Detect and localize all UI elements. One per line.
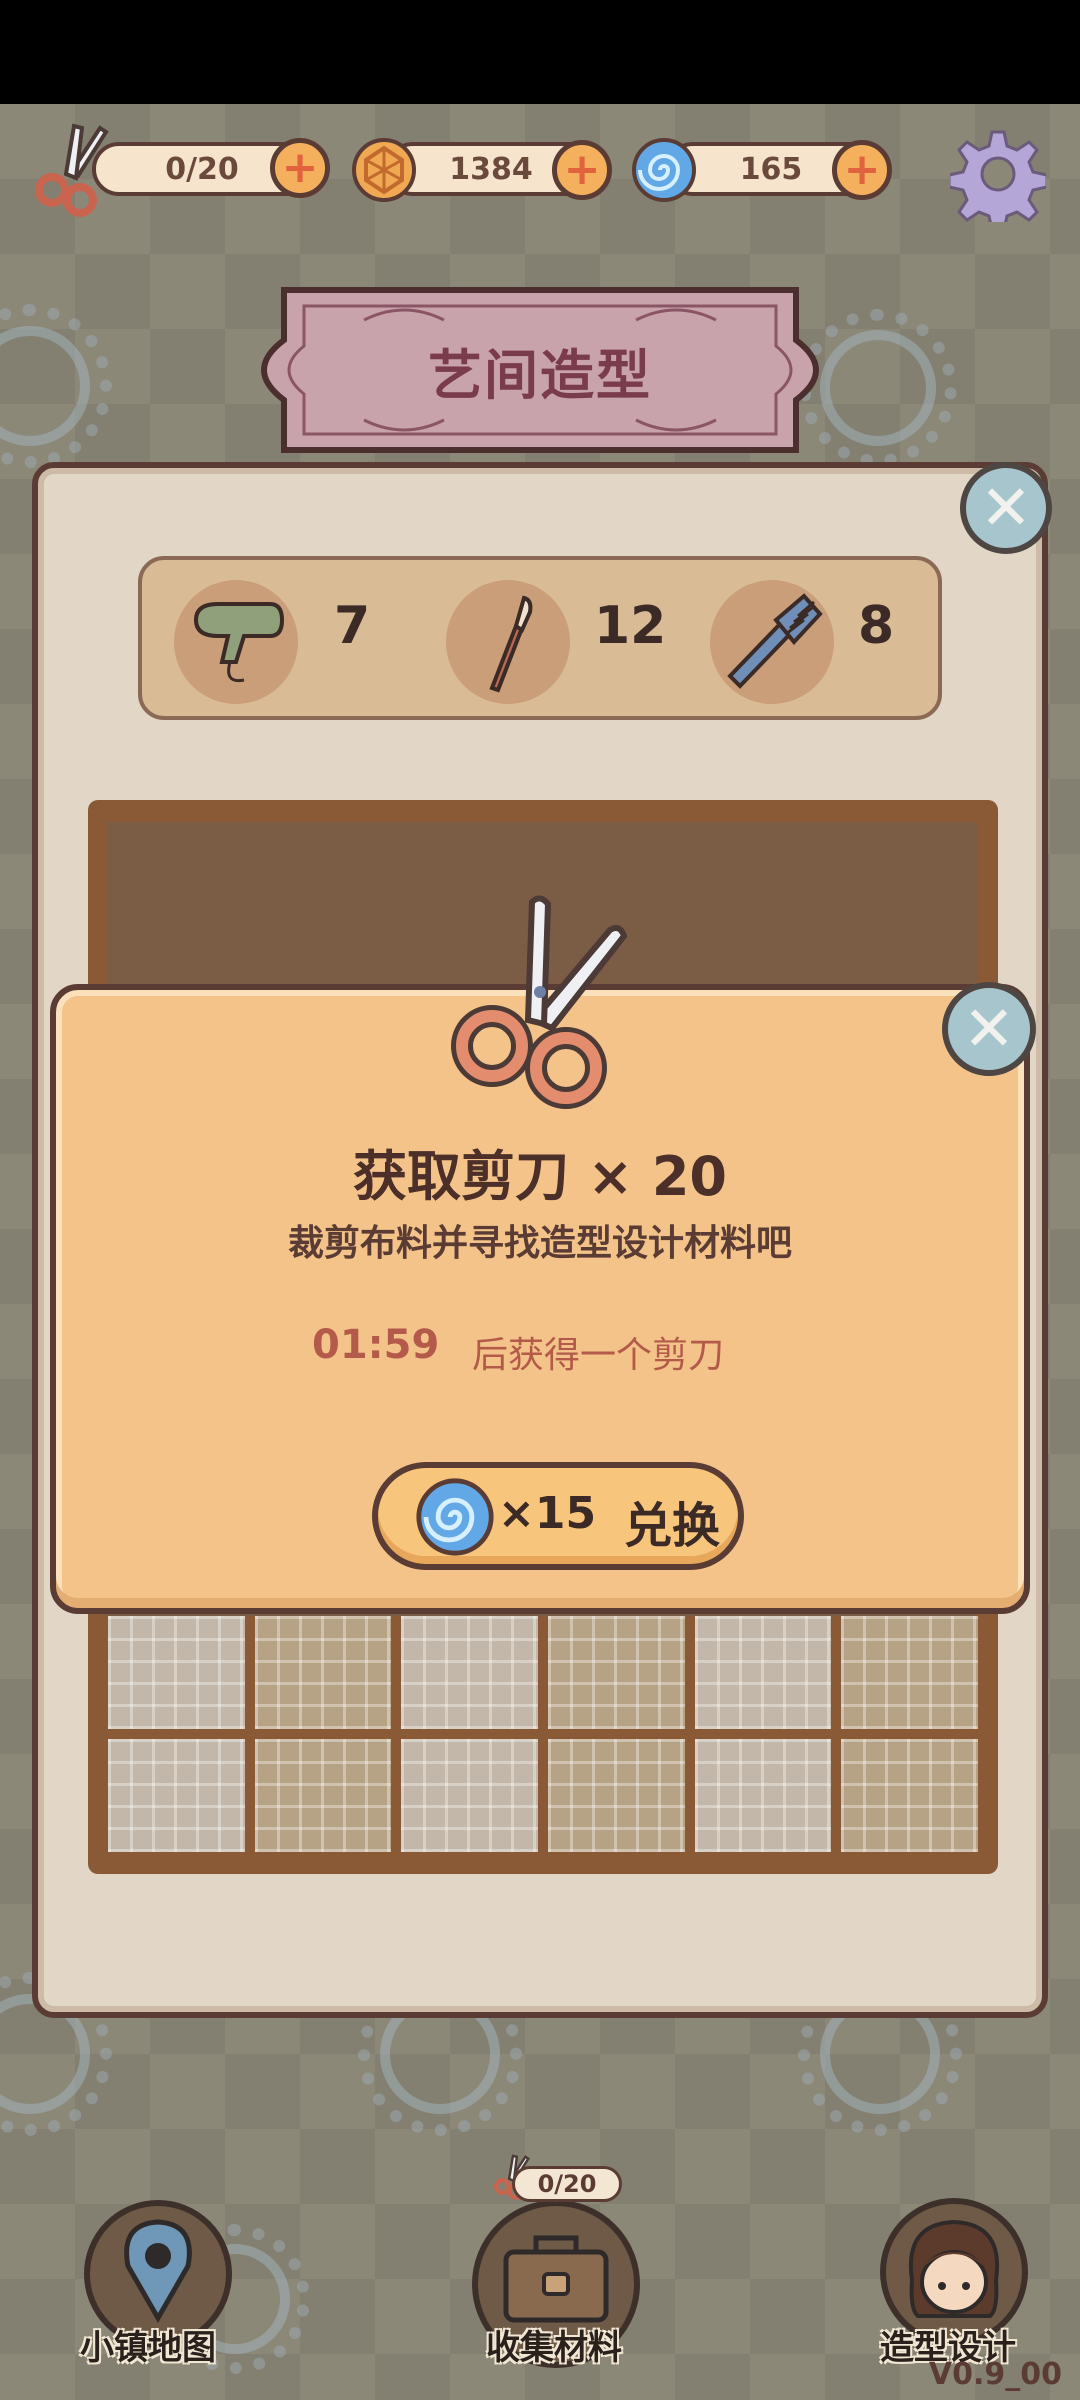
comb-icon (727, 593, 823, 689)
page-title: 艺间造型 (428, 343, 652, 407)
fabric-tile[interactable] (841, 1739, 978, 1852)
close-icon: ✕ (963, 992, 1015, 1065)
fabric-grid (108, 1616, 978, 1852)
fabric-tile[interactable] (401, 1616, 538, 1729)
gem-resource: 165 + (626, 130, 906, 210)
coin-count: 1384 (449, 151, 533, 187)
coin-icon (350, 136, 418, 204)
swirl-gem-icon (630, 136, 698, 204)
add-scissors-button[interactable]: + (270, 138, 330, 198)
settings-gear-icon[interactable] (947, 126, 1049, 232)
comb-count: 8 (858, 596, 895, 656)
nav-style-design[interactable]: 造型设计 (870, 2190, 1070, 2370)
makeup-brush-icon (489, 595, 533, 693)
close-icon: ✕ (980, 471, 1032, 544)
fabric-tile[interactable] (254, 1616, 392, 1729)
scissors-resource: 0/20 + (30, 118, 330, 218)
nav-town-map-label: 小镇地图 (80, 2328, 216, 2368)
hair-dryer-icon (193, 602, 285, 683)
fabric-tile[interactable] (254, 1739, 392, 1852)
version-label: V0.9_00 (928, 2357, 1062, 2392)
refill-timer-text: 后获得一个剪刀 (472, 1335, 725, 1376)
gem-count: 165 (739, 151, 803, 187)
coin-resource: 1384 + (346, 130, 626, 210)
toolbox-icon (503, 2235, 609, 2323)
nav-town-map[interactable]: 小镇地图 (70, 2194, 270, 2368)
fabric-tile[interactable] (694, 1739, 832, 1852)
fabric-tile[interactable] (108, 1739, 245, 1852)
brush-count: 12 (594, 596, 667, 656)
brush-slot (446, 580, 570, 704)
hair-dryer-slot (174, 580, 298, 704)
scissors-icon (440, 890, 640, 1110)
panel-close-button[interactable]: ✕ (960, 462, 1052, 554)
dialog-title: 获取剪刀 × 20 (353, 1145, 727, 1208)
dialog-close-button[interactable]: ✕ (942, 982, 1036, 1076)
fabric-tile[interactable] (841, 1616, 978, 1729)
title-banner: 艺间造型 (244, 280, 836, 460)
comb-slot (710, 580, 834, 704)
collect-scissors-badge: 0/20 (512, 2166, 622, 2202)
add-coins-button[interactable]: + (552, 140, 612, 200)
fabric-tile[interactable] (548, 1616, 685, 1729)
swirl-gem-icon (414, 1476, 496, 1558)
refill-timer: 01:59 (312, 1322, 440, 1368)
avatar-icon (908, 2219, 1000, 2318)
fabric-tile[interactable] (694, 1616, 832, 1729)
dialog-description: 裁剪布料并寻找造型设计材料吧 (287, 1223, 792, 1264)
nav-collect-label: 收集材料 (486, 2328, 622, 2368)
add-gems-button[interactable]: + (832, 140, 892, 200)
map-pin-icon (124, 2219, 192, 2324)
tools-bar: 7 12 8 (138, 556, 942, 720)
fabric-tile[interactable] (108, 1616, 245, 1729)
fabric-tile[interactable] (548, 1739, 685, 1852)
hair-dryer-count: 7 (334, 596, 371, 656)
fabric-tile[interactable] (401, 1739, 538, 1852)
scissors-count: 0/20 (165, 151, 239, 187)
exchange-cost: ×15 (498, 1488, 597, 1539)
exchange-button-label: 兑换 (624, 1498, 721, 1554)
status-bar (0, 0, 1080, 104)
